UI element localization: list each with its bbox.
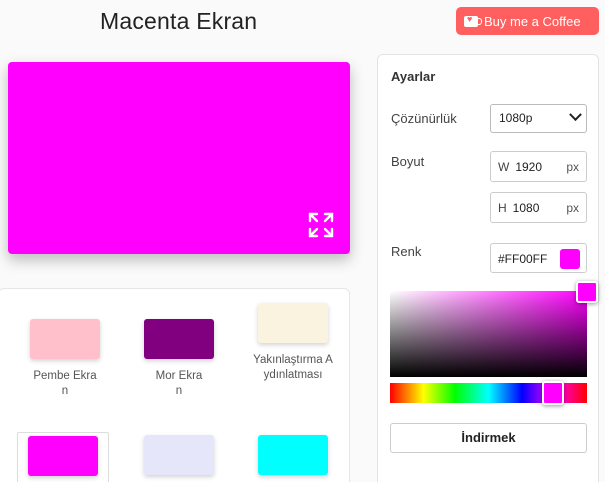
swatch-box [144,319,214,359]
chevron-down-icon [569,108,582,122]
swatch-box [258,303,328,343]
swatch-label: Mor Ekran [155,370,203,397]
height-prefix: H [498,201,507,215]
settings-title: Ayarlar [391,69,436,84]
page: Macenta Ekran Buy me a Coffee Pembe Ekra… [0,0,605,482]
settings-panel: Ayarlar Çözünürlük 1080p Boyut W 1920 px … [377,54,599,482]
swatch-magenta[interactable] [17,432,109,482]
swatch-box [258,435,328,475]
swatch-cyan[interactable] [247,435,339,475]
saturation-picker-handle[interactable] [576,281,598,303]
hex-value: #FF00FF [498,252,548,266]
swatch-zoom-lighting[interactable]: Yakınlaştırma Aydınlatması [247,303,339,383]
swatch-purple[interactable]: Mor Ekran [133,319,225,399]
resolution-value: 1080p [499,111,533,125]
width-prefix: W [498,160,510,174]
color-label: Renk [391,244,422,259]
resolution-select[interactable]: 1080p [490,104,587,133]
color-swatch-panel: Pembe Ekran Mor Ekran Yakınlaştırma Aydı… [0,288,350,482]
size-label: Boyut [391,154,425,169]
color-chip[interactable] [560,249,580,269]
swatch-label: Pembe Ekran [33,370,97,397]
width-unit: px [566,160,579,174]
swatch-box [30,319,100,359]
swatch-lavender[interactable] [133,435,225,475]
coffee-label: Buy me a Coffee [484,13,581,29]
swatch-box [144,435,214,475]
height-value: 1080 [512,201,540,215]
coffee-cup-icon [464,14,482,27]
saturation-value-picker[interactable] [390,291,587,377]
fullscreen-icon[interactable] [308,212,334,238]
resolution-label: Çözünürlük [391,111,457,126]
swatch-box [28,436,98,476]
width-value: 1920 [515,160,543,174]
height-input[interactable]: H 1080 px [490,192,587,223]
width-input[interactable]: W 1920 px [490,151,587,182]
swatch-pink[interactable]: Pembe Ekran [19,319,111,399]
hex-color-input[interactable]: #FF00FF [490,243,587,273]
swatch-label: Yakınlaştırma Aydınlatması [253,354,333,381]
height-unit: px [566,201,579,215]
download-button[interactable]: İndirmek [390,423,587,453]
buy-me-a-coffee-button[interactable]: Buy me a Coffee [456,7,599,35]
page-title: Macenta Ekran [100,8,258,34]
color-preview[interactable] [8,62,350,254]
hue-slider-handle[interactable] [542,381,564,405]
